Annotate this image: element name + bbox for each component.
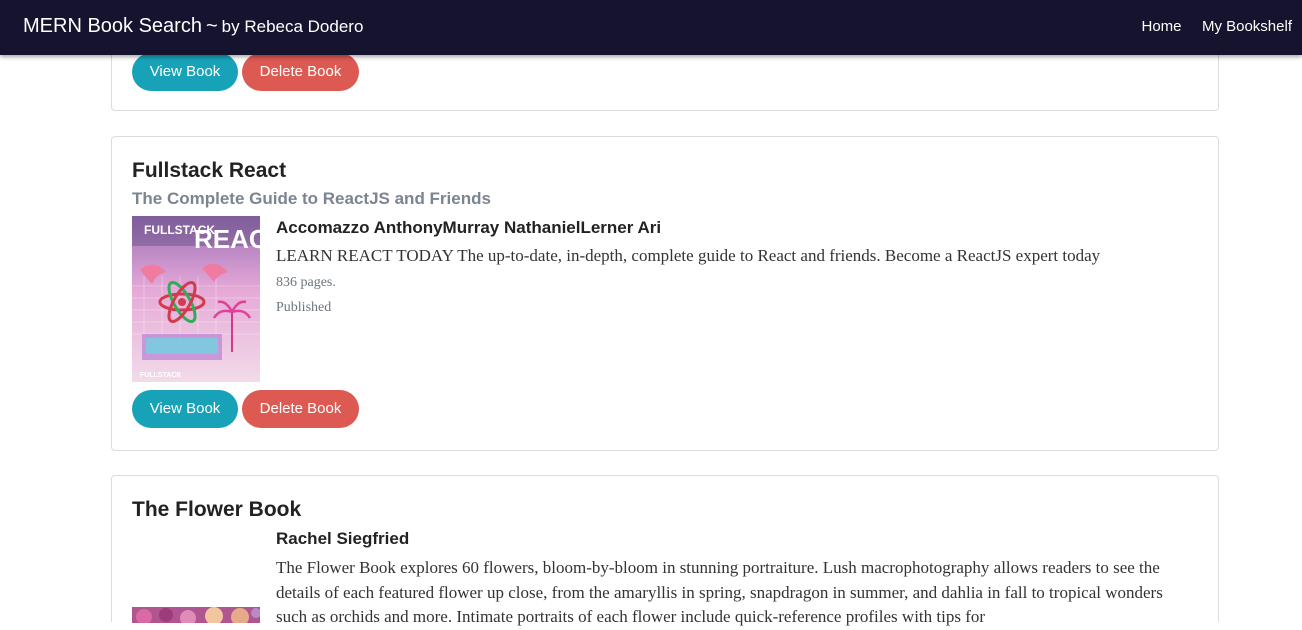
book-card: Fullstack React The Complete Guide to Re… <box>111 136 1219 451</box>
delete-book-button[interactable]: Delete Book <box>242 390 359 428</box>
view-book-button[interactable]: View Book <box>132 390 238 428</box>
book-title: Fullstack React <box>132 159 287 182</box>
book-cover-art: FULLSTACK REACT FULLSTACK <box>132 216 260 382</box>
delete-book-button[interactable]: Delete Book <box>242 53 359 91</box>
cover-title-big: REACT <box>194 224 260 254</box>
book-authors: Rachel Siegfried <box>276 529 410 548</box>
nav-links: Home My Bookshelf <box>1125 18 1292 36</box>
cover-publisher: FULLSTACK <box>140 372 181 379</box>
nav-link-my-bookshelf[interactable]: My Bookshelf <box>1202 18 1292 35</box>
book-cover-image <box>132 607 260 623</box>
book-status: Published <box>276 300 332 315</box>
brand-title: MERN Book Search <box>23 15 202 37</box>
brand-separator: ~ <box>205 15 218 37</box>
book-cover-art <box>132 607 260 623</box>
brand-link[interactable]: MERN Book Search ~ by Rebeca Dodero <box>23 15 363 38</box>
book-authors: Accomazzo AnthonyMurray NathanielLerner … <box>276 218 662 237</box>
book-description: LEARN REACT TODAY The up-to-date, in-dep… <box>276 246 1101 265</box>
book-description: The Flower Book explores 60 flowers, blo… <box>276 558 1163 626</box>
book-subtitle: The Complete Guide to ReactJS and Friend… <box>132 189 491 208</box>
book-title: The Flower Book <box>132 498 302 521</box>
navbar: MERN Book Search ~ by Rebeca Dodero Home M… <box>0 0 1302 55</box>
book-cover-image: FULLSTACK REACT FULLSTACK <box>132 216 260 382</box>
brand-byline: by Rebeca Dodero <box>221 17 364 36</box>
book-card: The Flower Book Rachel Siegfried The Flo… <box>111 475 1219 626</box>
book-page-count: 836 pages. <box>276 275 336 290</box>
nav-link-home[interactable]: Home <box>1141 18 1181 35</box>
view-book-button[interactable]: View Book <box>132 53 238 91</box>
